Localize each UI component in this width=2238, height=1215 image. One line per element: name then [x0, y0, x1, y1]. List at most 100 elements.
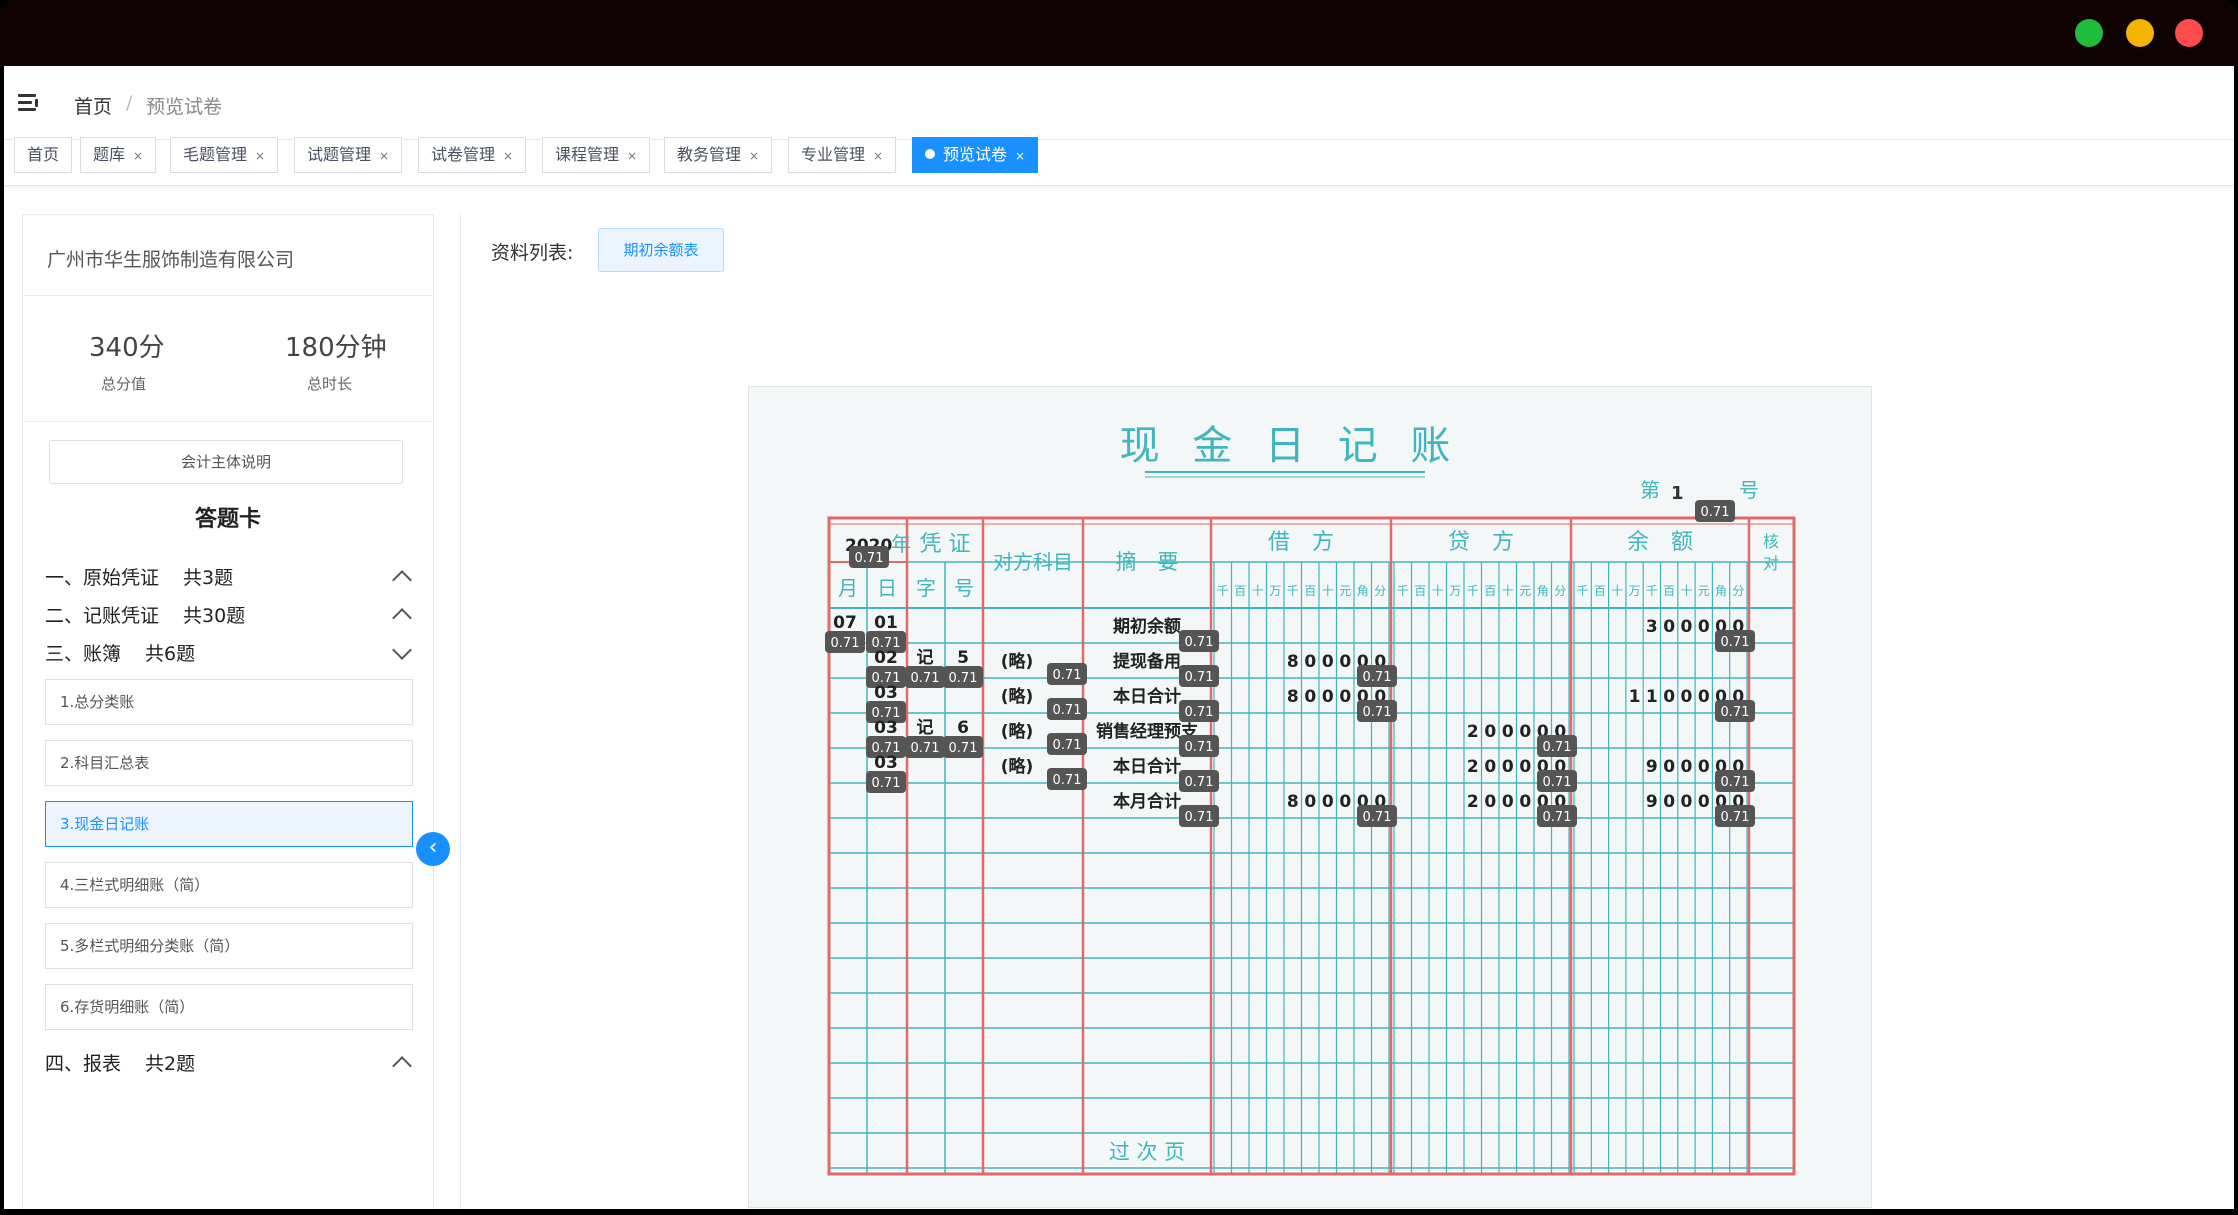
ledger-amount-digit: 0 — [1698, 792, 1710, 812]
ledger-digit-unit: 十 — [1611, 584, 1623, 598]
tab-6[interactable]: 教务管理 × — [664, 137, 773, 173]
ledger-amount-digit: 1 — [1629, 687, 1641, 707]
close-tab-icon[interactable]: × — [1015, 149, 1025, 163]
close-tab-icon[interactable]: × — [873, 149, 883, 163]
book-item-6[interactable]: 6.存货明细账（简） — [45, 984, 413, 1030]
ledger-amount-digit: 8 — [1287, 792, 1299, 812]
ledger-digit-unit: 分 — [1554, 584, 1566, 598]
score-badge-text: 0.71 — [1701, 505, 1730, 520]
section-header[interactable]: 一、原始凭证 共3题 — [45, 563, 233, 590]
score-badge-text: 0.71 — [1721, 775, 1750, 790]
section-header[interactable]: 四、报表 共2题 — [45, 1049, 195, 1076]
entity-description-button[interactable]: 会计主体说明 — [49, 440, 403, 484]
ledger-digit-unit: 百 — [1414, 584, 1426, 598]
ledger-digit-unit: 元 — [1519, 584, 1531, 598]
ledger-header-debit: 借 方 — [1268, 530, 1334, 555]
section-title: 三、账簿 — [45, 643, 122, 665]
collapse-panel-button[interactable]: ‹ — [416, 832, 450, 866]
materials-label: 资料列表: — [491, 242, 574, 264]
book-item-3[interactable]: 3.现金日记账 — [45, 801, 413, 847]
section-header[interactable]: 二、记账凭证 共30题 — [45, 601, 245, 628]
close-tab-icon[interactable]: × — [255, 149, 265, 163]
active-dot-icon — [925, 149, 935, 159]
tab-4[interactable]: 试卷管理 × — [418, 137, 527, 173]
tab-0[interactable]: 首页 — [14, 137, 73, 173]
page-suffix: 号 — [1739, 478, 1759, 502]
chevron-down-icon[interactable] — [392, 640, 412, 660]
tab-7[interactable]: 专业管理 × — [788, 137, 897, 173]
chevron-up-icon[interactable] — [392, 1056, 412, 1076]
ledger-amount-digit: 0 — [1681, 617, 1693, 637]
answer-card-panel: 广州市华生服饰制造有限公司 340分 总分值 180分钟 总时长 会计主体说明 … — [22, 214, 434, 1209]
ledger-amount-digit: 0 — [1339, 652, 1351, 672]
book-item-1[interactable]: 1.总分类账 — [45, 679, 413, 725]
section-count: 共2题 — [145, 1053, 196, 1075]
section-count: 共6题 — [145, 643, 196, 665]
ledger-amount-digit: 8 — [1287, 687, 1299, 707]
tab-5[interactable]: 课程管理 × — [542, 137, 651, 173]
book-item-4[interactable]: 4.三栏式明细账（简） — [45, 862, 413, 908]
close-tab-icon[interactable]: × — [503, 149, 513, 163]
minimize-window-button[interactable] — [2126, 19, 2154, 47]
score-badge-text: 0.71 — [1053, 668, 1082, 683]
ledger-header-no: 号 — [954, 576, 974, 600]
section-header[interactable]: 三、账簿 共6题 — [45, 639, 195, 666]
close-tab-icon[interactable]: × — [133, 149, 143, 163]
close-tab-icon[interactable]: × — [379, 149, 389, 163]
ledger-account: (略) — [1001, 686, 1034, 707]
section-title: 二、记账凭证 — [45, 605, 160, 627]
ledger-header-balance: 余 额 — [1627, 530, 1693, 555]
maximize-window-button[interactable] — [2075, 19, 2103, 47]
ledger-header-check: 核 — [1763, 532, 1779, 551]
breadcrumb-home[interactable]: 首页 — [74, 92, 112, 119]
ledger-voucher-word: 记 — [917, 648, 934, 668]
book-item-5[interactable]: 5.多栏式明细分类账（简） — [45, 923, 413, 969]
ledger-amount-digit: 0 — [1304, 792, 1316, 812]
ledger-amount-digit: 0 — [1698, 617, 1710, 637]
ledger-digit-unit: 元 — [1698, 584, 1710, 598]
book-item-2[interactable]: 2.科目汇总表 — [45, 740, 413, 786]
ledger-digit-unit: 十 — [1502, 584, 1514, 598]
chevron-up-icon[interactable] — [392, 570, 412, 590]
ledger-header-day: 日 — [877, 576, 897, 600]
ledger-amount-digit: 0 — [1681, 792, 1693, 812]
tab-3[interactable]: 试题管理 × — [294, 137, 403, 173]
score-badge-text: 0.71 — [949, 741, 978, 756]
top-navbar: 首页 / 预览试卷 — [4, 66, 2234, 140]
close-window-button[interactable] — [2175, 19, 2203, 47]
score-badge-text: 0.71 — [911, 741, 940, 756]
total-score-label: 总分值 — [101, 375, 147, 393]
ledger-digit-unit: 十 — [1432, 584, 1444, 598]
ledger-day: 03 — [874, 753, 898, 773]
close-tab-icon[interactable]: × — [749, 149, 759, 163]
ledger-digit-unit: 百 — [1484, 584, 1496, 598]
ledger-digit-unit: 千 — [1577, 584, 1589, 598]
chevron-up-icon[interactable] — [392, 608, 412, 628]
tab-label: 题库 — [93, 145, 126, 164]
menu-fold-icon[interactable] — [18, 94, 40, 112]
tab-2[interactable]: 毛题管理 × — [170, 137, 279, 173]
app-window: 首页 / 预览试卷 首页 题库 × 毛题管理 × 试题管理 × 试卷管理 × 课程管理 × 教务管理 ×… — [0, 0, 2238, 1215]
ledger-summary: 期初余额 — [1113, 616, 1181, 637]
score-badge-text: 0.71 — [1363, 705, 1392, 720]
company-name: 广州市华生服饰制造有限公司 — [47, 249, 295, 271]
ledger-digit-unit: 角 — [1537, 584, 1549, 598]
ledger-amount-digit: 0 — [1663, 757, 1675, 777]
ledger-summary: 本日合计 — [1113, 686, 1181, 707]
tab-8[interactable]: 预览试卷 × — [912, 137, 1039, 173]
opening-balance-button[interactable]: 期初余额表 — [598, 228, 724, 272]
section-count: 共3题 — [183, 567, 234, 589]
ledger-account: (略) — [1001, 756, 1034, 777]
ledger-amount-digit: 0 — [1681, 687, 1693, 707]
breadcrumb-separator: / — [126, 92, 133, 114]
ledger-header-word: 字 — [916, 576, 936, 600]
close-tab-icon[interactable]: × — [627, 149, 637, 163]
tab-label: 首页 — [27, 145, 60, 164]
tab-label: 教务管理 — [677, 145, 742, 164]
ledger-amount-digit: 8 — [1287, 652, 1299, 672]
ledger-amount-digit: 0 — [1663, 687, 1675, 707]
score-badge-text: 0.71 — [1053, 703, 1082, 718]
tab-1[interactable]: 题库 × — [80, 137, 157, 173]
ledger-amount-digit: 0 — [1484, 722, 1496, 742]
ledger-amount-digit: 0 — [1502, 722, 1514, 742]
